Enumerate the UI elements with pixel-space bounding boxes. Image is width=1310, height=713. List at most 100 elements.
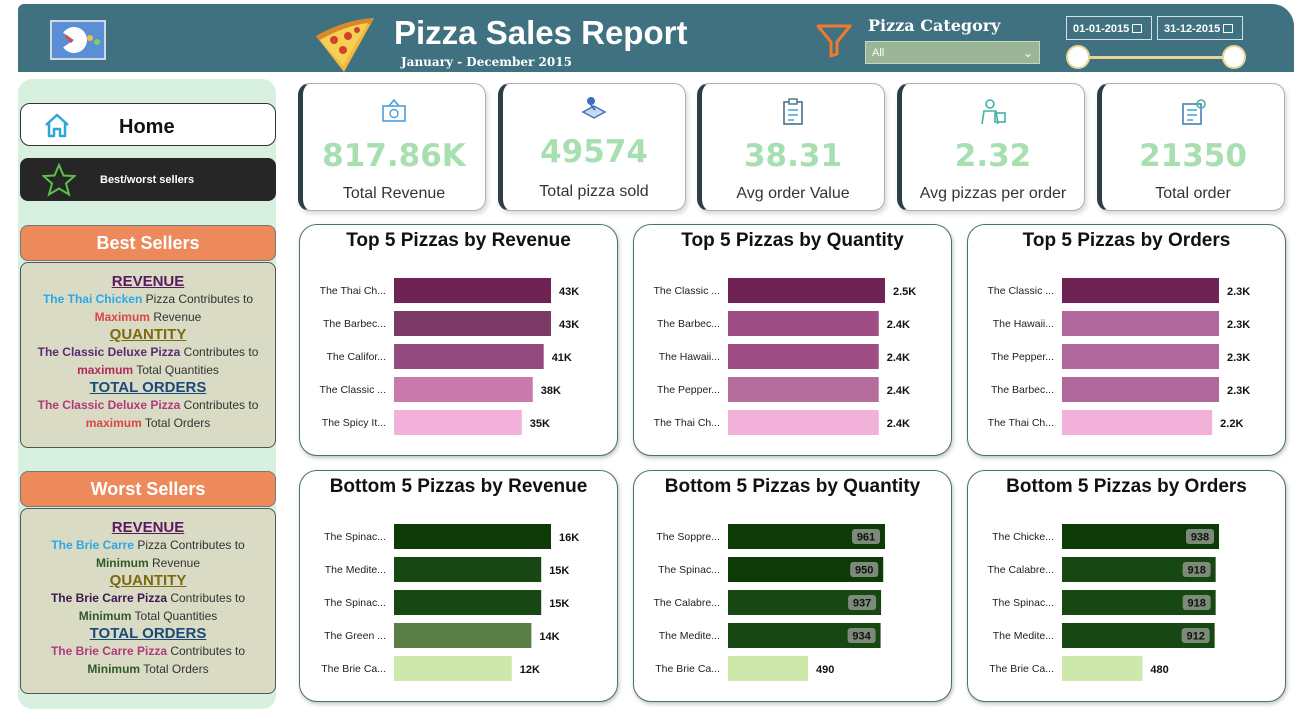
kpi-value: 817.86K — [322, 138, 466, 174]
header-bar: Pizza Sales Report January - December 20… — [18, 4, 1294, 72]
category-label: The Spinac... — [992, 597, 1054, 609]
bar[interactable] — [1062, 344, 1219, 369]
data-label: 2.3K — [1227, 385, 1250, 397]
category-label: The Hawaii... — [659, 351, 720, 363]
category-label: The Pepper... — [657, 384, 720, 396]
worst-orders-heading: TOTAL ORDERS — [89, 625, 207, 642]
data-label: 2.4K — [887, 385, 910, 397]
app-logo — [50, 20, 106, 60]
bar[interactable] — [1062, 278, 1219, 303]
bar[interactable] — [728, 377, 879, 402]
category-label: The Soppre... — [656, 531, 720, 543]
category-label: The Calabre... — [653, 597, 720, 609]
bar[interactable] — [394, 590, 542, 615]
date-end-value: 31-12-2015 — [1164, 23, 1221, 35]
category-label: The Chicke... — [992, 531, 1054, 543]
category-label: The Brie Ca... — [321, 663, 386, 675]
kpi-label: Total pizza sold — [539, 183, 649, 200]
chart-plot: The Chicke... 938 The Calabre... 918 The Spi… — [987, 524, 1219, 681]
category-label: The Classic ... — [653, 285, 720, 297]
kpi-label: Avg pizzas per order — [919, 185, 1067, 202]
bar[interactable] — [394, 377, 533, 402]
worst-sellers-header: Worst Sellers — [20, 471, 276, 507]
best-revenue-line: The Thai Chicken Pizza Contributes to — [42, 292, 254, 306]
date-end-input[interactable]: 31-12-2015 — [1157, 16, 1243, 40]
data-label: 480 — [1150, 664, 1168, 676]
best-sellers-header: Best Sellers — [20, 225, 276, 261]
data-label: 2.3K — [1227, 319, 1250, 331]
data-label: 38K — [541, 385, 561, 397]
category-label: The Brie Ca... — [989, 663, 1054, 675]
category-label: The Classic ... — [319, 384, 386, 396]
bar[interactable] — [728, 344, 879, 369]
category-label: The Hawaii... — [993, 318, 1054, 330]
category-label: The Thai Ch... — [320, 285, 386, 297]
category-label: The Spinac... — [324, 597, 386, 609]
data-label: 2.3K — [1227, 352, 1250, 364]
worst-orders-line-2: Minimum Total Orders — [87, 662, 209, 676]
bar[interactable] — [394, 344, 544, 369]
data-label: 2.3K — [1227, 286, 1250, 298]
date-range-slider[interactable] — [1078, 56, 1234, 59]
category-label: The Pepper... — [991, 351, 1054, 363]
bar[interactable] — [728, 311, 879, 336]
bar[interactable] — [394, 410, 522, 435]
data-label: 938 — [1191, 532, 1209, 544]
kpi-value: 2.32 — [954, 138, 1032, 174]
bar[interactable] — [394, 656, 512, 681]
bar[interactable] — [728, 656, 809, 681]
data-label: 912 — [1186, 631, 1204, 643]
logo-icon — [59, 27, 100, 53]
bar[interactable] — [1062, 656, 1143, 681]
worst-revenue-heading: REVENUE — [111, 519, 185, 536]
calendar-icon — [1223, 24, 1234, 33]
date-start-input[interactable]: 01-01-2015 — [1066, 16, 1152, 40]
category-label: The Spicy It... — [322, 417, 386, 429]
category-label: The Brie Ca... — [655, 663, 720, 675]
calendar-icon — [1132, 24, 1143, 33]
category-label: The Barbec... — [323, 318, 386, 330]
home-button[interactable]: Home — [20, 103, 276, 146]
kpi-total-revenue: 817.86K Total Revenue — [298, 83, 486, 211]
bar[interactable] — [394, 278, 551, 303]
best-worst-sellers-button[interactable]: Best/worst sellers — [20, 158, 276, 201]
category-label: The Barbec... — [657, 318, 720, 330]
data-label: 15K — [549, 598, 569, 610]
bar[interactable] — [728, 278, 885, 303]
kpi-avg-order-value: 38.31 Avg order Value — [697, 83, 885, 211]
data-label: 2.5K — [893, 286, 916, 298]
kpi-label: Avg order Value — [736, 185, 850, 202]
best-sellers-panel: REVENUE The Thai Chicken Pizza Contribut… — [20, 262, 276, 448]
best-revenue-line-2: Maximum Revenue — [94, 310, 202, 324]
kpi-total-pizza-sold: 49574 Total pizza sold — [498, 83, 686, 211]
category-select[interactable]: All ⌄ — [865, 41, 1040, 64]
worst-sellers-panel: REVENUE The Brie Carre Pizza Contributes… — [20, 508, 276, 694]
category-label: The Spinac... — [324, 531, 386, 543]
home-label: Home — [119, 116, 175, 138]
chart-top-quantity: Top 5 Pizzas by Quantity The Classic ...… — [633, 224, 952, 456]
bar[interactable] — [1062, 311, 1219, 336]
slider-handle-end[interactable] — [1222, 45, 1246, 69]
category-label: The Spinac... — [658, 564, 720, 576]
bar[interactable] — [1062, 410, 1213, 435]
bar[interactable] — [394, 623, 532, 648]
worst-revenue-line-2: Minimum Revenue — [95, 556, 201, 570]
bar[interactable] — [728, 410, 879, 435]
chart-bottom-orders: Bottom 5 Pizzas by Orders The Chicke... 9… — [967, 470, 1286, 702]
best-orders-line-2: maximum Total Orders — [85, 416, 211, 430]
revenue-icon — [382, 98, 406, 122]
bar[interactable] — [394, 557, 542, 582]
best-worst-label: Best/worst sellers — [100, 174, 195, 186]
worst-quantity-line: The Brie Carre Pizza Contributes to — [50, 591, 246, 605]
bar[interactable] — [394, 311, 551, 336]
bar[interactable] — [1062, 377, 1219, 402]
worst-revenue-line: The Brie Carre Pizza Contributes to — [51, 538, 245, 552]
home-icon — [45, 113, 69, 138]
slider-handle-start[interactable] — [1066, 45, 1090, 69]
best-quantity-line: The Classic Deluxe Pizza Contributes to — [37, 345, 259, 359]
data-label: 918 — [1187, 565, 1205, 577]
kpi-label: Total Revenue — [342, 185, 446, 202]
data-label: 937 — [853, 598, 871, 610]
bar[interactable] — [394, 524, 551, 549]
orders-icon — [1182, 99, 1206, 125]
